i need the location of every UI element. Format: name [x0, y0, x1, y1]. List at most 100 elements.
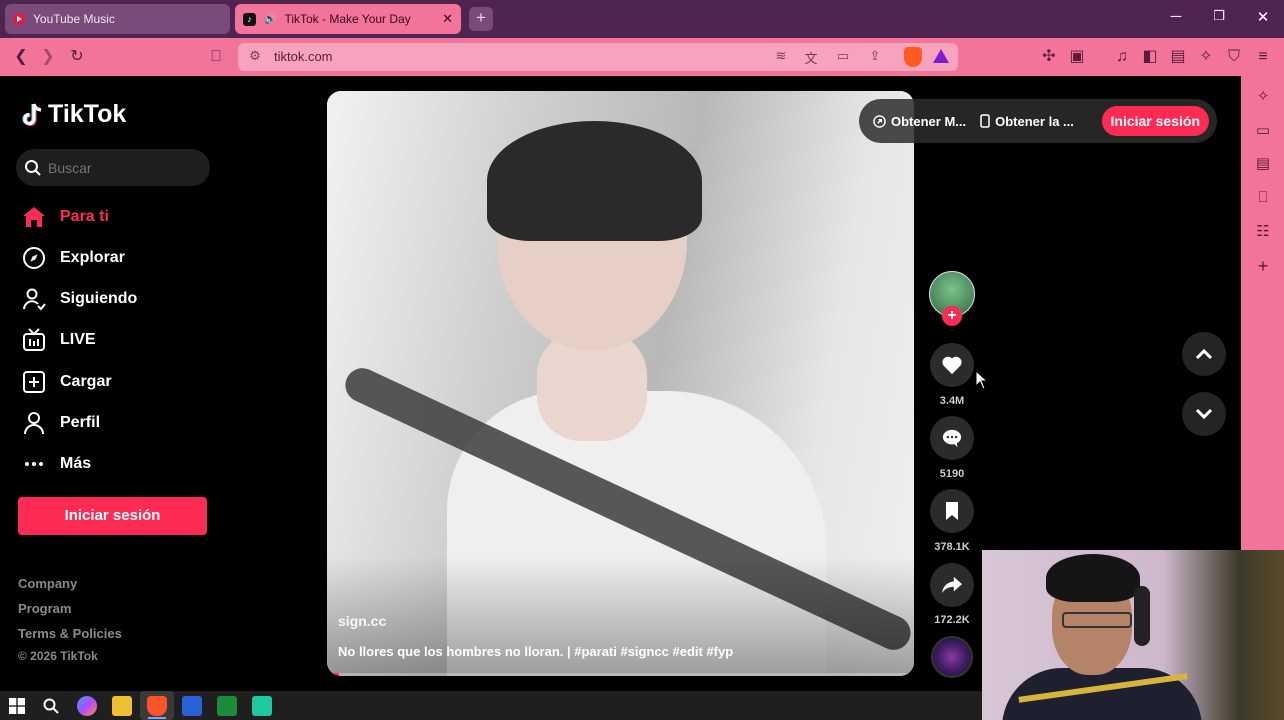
back-icon[interactable]: ❮	[10, 46, 32, 68]
close-tab-icon[interactable]: ✕	[442, 11, 453, 27]
footer-terms-link[interactable]: Terms & Policies	[18, 626, 122, 641]
video-progress-bar[interactable]	[327, 673, 914, 676]
search-box[interactable]	[16, 149, 210, 186]
video-frame	[487, 121, 702, 241]
screen: { "browser": { "tabs": [ {"title": "YouT…	[0, 0, 1284, 720]
app-icon[interactable]	[252, 696, 272, 716]
chevron-up-icon	[1195, 348, 1213, 360]
sidebar-toggle-icon[interactable]: ◧	[1139, 46, 1161, 68]
chevron-down-icon	[1195, 408, 1213, 420]
music-disc-icon[interactable]	[931, 636, 973, 678]
footer-company-link[interactable]: Company	[18, 576, 77, 591]
bookmark-icon[interactable]: ⎕	[205, 46, 227, 68]
brave-rewards-icon[interactable]	[933, 49, 949, 63]
url-text[interactable]: tiktok.com	[274, 49, 333, 64]
menu-icon[interactable]: ≡	[1252, 46, 1274, 68]
forward-icon[interactable]: ❯	[37, 46, 59, 68]
extensions-icon[interactable]: ✣	[1038, 46, 1060, 68]
wallet-icon[interactable]: ▤	[1167, 46, 1189, 68]
video-author[interactable]: sign.cc	[338, 613, 386, 629]
previous-video-button[interactable]	[1182, 332, 1226, 376]
taskbar-search-icon[interactable]	[41, 696, 61, 716]
save-button[interactable]	[930, 489, 974, 533]
address-bar[interactable]: ⚙ tiktok.com ≋ 文 ▭ ⇪	[238, 43, 958, 71]
browser-tab-strip: YouTube Music ♪ 🔊 TikTok - Make Your Day…	[0, 0, 1284, 38]
translate-icon[interactable]: 文	[802, 48, 820, 67]
add-sidebar-item-icon[interactable]: +	[1252, 255, 1274, 277]
top-login-button[interactable]: Iniciar sesión	[1101, 106, 1209, 136]
vpn-icon[interactable]: ⛉	[1223, 46, 1245, 68]
nav-label: Explorar	[60, 249, 125, 266]
leo-sidebar-icon[interactable]: ✧	[1252, 86, 1274, 108]
nav-perfil[interactable]: Perfil	[22, 411, 100, 435]
nav-para-ti[interactable]: Para ti	[22, 205, 109, 229]
get-app-button[interactable]: Obtener M...	[873, 114, 966, 129]
leo-ai-icon[interactable]: ✧	[1195, 46, 1217, 68]
footer-program-link[interactable]: Program	[18, 601, 71, 616]
follow-plus-icon[interactable]: +	[942, 306, 962, 326]
mouse-cursor-icon	[975, 370, 989, 390]
nav-mas[interactable]: Más	[22, 452, 91, 476]
brave-browser-icon[interactable]	[147, 696, 167, 716]
minimize-icon[interactable]: ─	[1166, 8, 1186, 25]
webcam-person	[1062, 612, 1132, 628]
get-app-label: Obtener M...	[891, 113, 967, 129]
browser-sidebar: ✧ ▭ ▤ ⎕ ☷ +	[1241, 76, 1284, 550]
share-button[interactable]	[930, 563, 974, 607]
nav-label: LIVE	[60, 331, 96, 348]
wallet-sidebar-icon[interactable]: ▤	[1252, 153, 1274, 175]
tab-title: TikTok - Make Your Day	[284, 12, 411, 26]
reader-icon[interactable]: ≋	[772, 48, 790, 64]
speaker-icon[interactable]: 🔊	[264, 14, 276, 25]
login-button[interactable]: Iniciar sesión	[18, 497, 207, 535]
brave-shield-icon[interactable]	[904, 47, 922, 67]
tab-youtube-music[interactable]: YouTube Music	[5, 4, 230, 34]
music-icon[interactable]: ♫	[1111, 46, 1133, 68]
share-arrow-icon	[942, 576, 962, 594]
share-count: 172.2K	[934, 614, 970, 626]
tab-manager-icon[interactable]: ▣	[1066, 46, 1088, 68]
nav-explorar[interactable]: Explorar	[22, 246, 125, 270]
copilot-icon[interactable]	[77, 696, 97, 716]
site-info-icon[interactable]: ⚙	[246, 48, 264, 64]
comment-icon	[942, 429, 962, 448]
nav-label: Para ti	[60, 208, 109, 225]
app-icon[interactable]	[182, 696, 202, 716]
compass-icon	[22, 246, 46, 270]
video-caption[interactable]: No llores que los hombres no lloran. | #…	[338, 644, 733, 659]
bookmarks-sidebar-icon[interactable]: ⎕	[1252, 187, 1274, 209]
tab-tiktok[interactable]: ♪ 🔊 TikTok - Make Your Day ✕	[235, 4, 461, 34]
maximize-icon[interactable]: ❐	[1209, 8, 1229, 24]
nav-cargar[interactable]: Cargar	[22, 370, 112, 394]
cast-icon[interactable]: ▭	[834, 48, 852, 64]
comment-button[interactable]	[930, 416, 974, 460]
save-count: 378.1K	[934, 541, 970, 553]
search-input[interactable]	[48, 159, 198, 176]
new-tab-button[interactable]: +	[469, 7, 493, 31]
like-button[interactable]	[930, 343, 974, 387]
video-player[interactable]: sign.cc No llores que los hombres no llo…	[327, 91, 914, 676]
media-sidebar-icon[interactable]: ▭	[1252, 120, 1274, 142]
tiktok-logo[interactable]: TikTok	[22, 100, 126, 129]
app-icon[interactable]	[217, 696, 237, 716]
webcam-person	[1046, 554, 1140, 602]
reload-icon[interactable]: ↻	[66, 46, 88, 68]
nav-label: Siguiendo	[60, 290, 138, 307]
reading-list-icon[interactable]: ☷	[1252, 221, 1274, 243]
comment-count: 5190	[939, 468, 965, 480]
nav-label: Cargar	[60, 373, 112, 390]
user-follow-icon	[22, 287, 46, 311]
browser-toolbar: ❮ ❯ ↻ ⎕ ⚙ tiktok.com ≋ 文 ▭ ⇪ ✣ ▣ ♫ ◧ ▤ ✧…	[0, 38, 1284, 76]
file-explorer-icon[interactable]	[112, 696, 132, 716]
top-action-bar: Obtener M... Obtener la ... Iniciar sesi…	[859, 99, 1217, 143]
bookmark-save-icon	[946, 502, 958, 520]
nav-siguiendo[interactable]: Siguiendo	[22, 287, 137, 311]
share-icon[interactable]: ⇪	[866, 48, 884, 64]
windows-start-icon[interactable]	[7, 696, 27, 716]
get-mobile-app-button[interactable]: Obtener la ...	[980, 114, 1074, 129]
nav-live[interactable]: LIVE	[22, 328, 96, 352]
webcam-overlay	[982, 550, 1284, 720]
close-window-icon[interactable]: ✕	[1253, 8, 1273, 26]
next-video-button[interactable]	[1182, 392, 1226, 436]
footer-copyright: © 2026 TikTok	[18, 649, 98, 663]
